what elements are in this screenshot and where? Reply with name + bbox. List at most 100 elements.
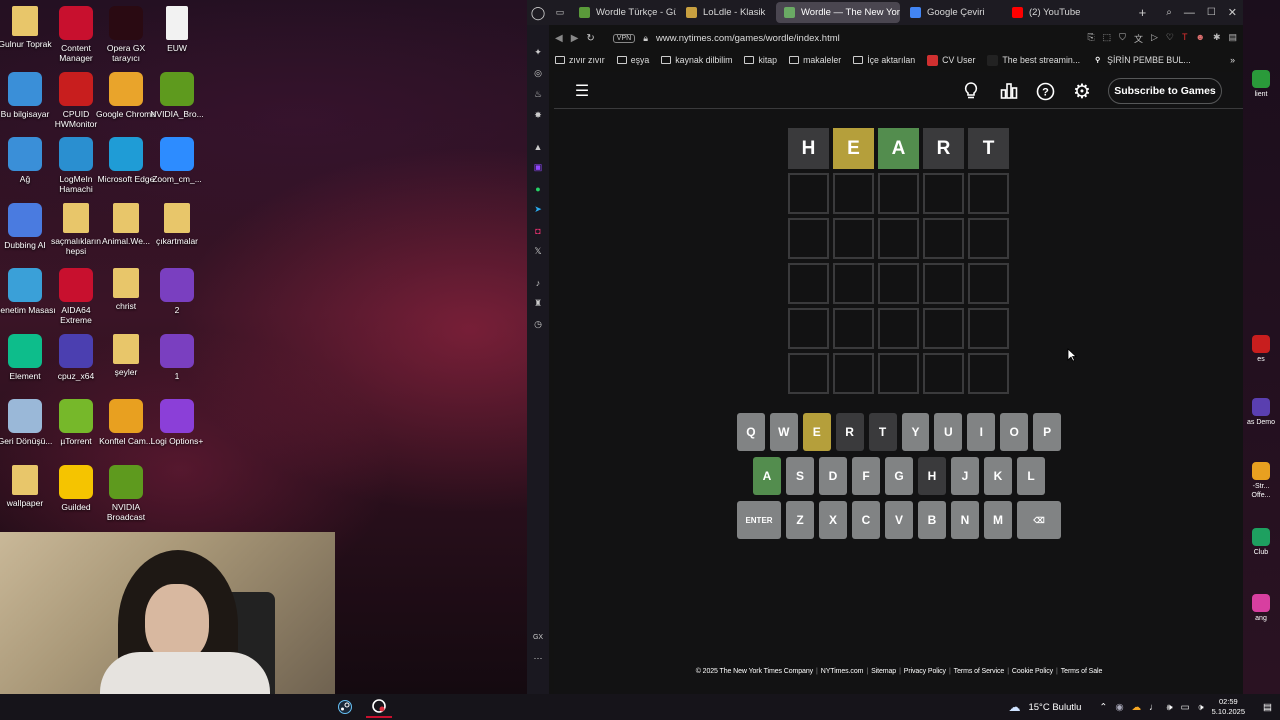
desktop-icon[interactable]: Zoom_cm_... (146, 137, 208, 184)
key-k[interactable]: K (984, 457, 1012, 495)
key-i[interactable]: I (967, 413, 996, 451)
key-s[interactable]: S (786, 457, 814, 495)
telegram-icon[interactable]: ➤ (533, 204, 544, 215)
key-y[interactable]: Y (901, 413, 930, 451)
gx-label-icon[interactable]: GX (533, 632, 544, 643)
discord-tray-icon[interactable]: ◉ (1115, 702, 1123, 713)
arc-icon[interactable]: ▲ (533, 141, 544, 152)
shield-icon[interactable]: ⛉ (1119, 32, 1126, 45)
desktop-icon[interactable]: Logi Options+ (146, 399, 208, 446)
extensions-area[interactable]: ⎘ ⬚ ⛉ 文 ▷ ♡ T ☻ ✱ ▤ (1087, 32, 1237, 45)
desktop-icon-partial[interactable]: es (1245, 335, 1277, 364)
desktop-icon[interactable]: çıkartmalar (146, 202, 208, 246)
minimize-button[interactable]: — (1178, 7, 1201, 19)
opera-gx-taskbar-icon[interactable] (366, 696, 392, 718)
key-e[interactable]: E (802, 413, 831, 451)
help-icon[interactable]: ? (1035, 81, 1055, 101)
key-l[interactable]: L (1017, 457, 1045, 495)
key-j[interactable]: J (951, 457, 979, 495)
desktop-icon-partial[interactable]: Club (1245, 528, 1277, 557)
heart-icon[interactable]: ♡ (1166, 32, 1174, 45)
sidebar-toggle-icon[interactable]: ▤ (1228, 32, 1237, 45)
gx-cleaner-icon[interactable]: ✸ (533, 110, 544, 121)
desktop-icon[interactable]: NVIDIA Broadcast (95, 464, 157, 522)
instagram-icon[interactable]: ◘ (533, 225, 544, 236)
weather-text[interactable]: 15°C Bulutlu (1028, 702, 1081, 713)
notifications-icon[interactable]: ▤ (1263, 702, 1272, 713)
clock[interactable]: 02:59 5.10.2025 (1212, 697, 1245, 717)
url-field[interactable]: www.nytimes.com/games/wordle/index.html (656, 33, 840, 44)
bookmark-item[interactable]: kitap (744, 55, 777, 65)
bookmark-icon[interactable]: ⎘ (1087, 32, 1094, 45)
x-icon[interactable]: 𝕏 (533, 246, 544, 257)
speaker-tray-icon[interactable]: 🕩︎ (1198, 702, 1204, 713)
browser-tab[interactable]: Wordle Türkçe - Gü (571, 2, 676, 23)
key-t[interactable]: T (868, 413, 897, 451)
desktop-icon[interactable]: 2 (146, 268, 208, 315)
vpn-badge[interactable]: VPN (612, 33, 636, 43)
footer-link[interactable]: Privacy Policy (901, 668, 949, 675)
key-d[interactable]: D (819, 457, 847, 495)
key-n[interactable]: N (951, 501, 979, 539)
footer-link[interactable]: Cookie Policy (1009, 668, 1056, 675)
footer-link[interactable]: Terms of Sale (1058, 668, 1106, 675)
bookmark-item[interactable]: The best streamin... (987, 54, 1080, 66)
key-g[interactable]: G (885, 457, 913, 495)
key-q[interactable]: Q (736, 413, 765, 451)
tray-expand-icon[interactable]: ⌃ (1099, 702, 1107, 713)
browser-tab[interactable]: Google Çeviri (902, 2, 1002, 23)
key-c[interactable]: C (852, 501, 880, 539)
forward-icon[interactable]: ▶ (571, 33, 579, 44)
desktop-icon-partial[interactable]: lient (1245, 70, 1277, 99)
maximize-button[interactable]: ☐ (1201, 7, 1222, 18)
play-icon[interactable]: ▷ (1151, 32, 1158, 45)
bookmark-item[interactable]: ⚲ ŞİRİN PEMBE BUL... (1092, 55, 1191, 66)
bookmark-item[interactable]: makaleler (789, 55, 841, 65)
footer-link[interactable]: NYTimes.com (818, 668, 867, 675)
desktop-icon-partial[interactable]: as Demo (1245, 398, 1277, 427)
enter-key[interactable]: ENTER (737, 501, 781, 539)
stats-icon[interactable] (999, 81, 1019, 101)
settings-gear-icon[interactable]: ⚙ (1072, 81, 1092, 103)
history-icon[interactable]: ◷ (533, 319, 544, 330)
whatsapp-icon[interactable]: ● (533, 183, 544, 194)
more-options-icon[interactable]: ⋯ (533, 653, 544, 664)
key-h[interactable]: H (918, 457, 946, 495)
bookmark-item[interactable]: İçe aktarılan (853, 55, 915, 65)
player-icon[interactable]: ♪ (533, 277, 544, 288)
more-bookmarks-icon[interactable]: » (1230, 55, 1235, 65)
key-z[interactable]: Z (786, 501, 814, 539)
key-a[interactable]: A (753, 457, 781, 495)
desktop-icon-partial[interactable]: -Str... Offe... (1245, 462, 1277, 500)
desktop-icon[interactable]: NVIDIA_Bro... (146, 71, 208, 119)
key-o[interactable]: O (1000, 413, 1029, 451)
network-tray-icon[interactable]: ▭ (1181, 702, 1190, 713)
extension-avatar-icon[interactable]: ☻ (1195, 32, 1204, 45)
new-tab-button[interactable]: + (1125, 5, 1161, 20)
twitch-icon[interactable]: ▣ (533, 162, 544, 173)
key-x[interactable]: X (819, 501, 847, 539)
bookmark-item[interactable]: zıvır zıvır (555, 55, 605, 65)
close-window-button[interactable]: ✕ (1222, 6, 1243, 19)
bookmark-item[interactable]: CV User (927, 54, 975, 66)
bookmark-item[interactable]: eşya (616, 55, 649, 65)
key-b[interactable]: B (918, 501, 946, 539)
key-w[interactable]: W (769, 413, 798, 451)
key-m[interactable]: M (984, 501, 1012, 539)
back-icon[interactable]: ◀ (555, 33, 563, 44)
workspace-icon[interactable]: ▭ (549, 7, 571, 18)
opera-logo-icon[interactable]: ◯ (527, 5, 549, 20)
browser-tab[interactable]: Wordle — The New York (776, 2, 900, 23)
translate-icon[interactable]: 文 (1134, 32, 1143, 45)
desktop-icon[interactable]: 1 (146, 333, 208, 381)
hint-bulb-icon[interactable] (961, 81, 981, 101)
bookmark-item[interactable]: kaynak dilbilim (661, 55, 732, 65)
backspace-key[interactable]: ⌫ (1017, 501, 1061, 539)
microphone-tray-icon[interactable]: ♩ (1149, 702, 1159, 713)
steam-taskbar-icon[interactable] (332, 696, 358, 718)
extension-red-icon[interactable]: T (1182, 32, 1188, 45)
key-f[interactable]: F (852, 457, 880, 495)
menu-icon[interactable]: ☰ (572, 81, 592, 101)
search-tabs-icon[interactable]: ⌕ (1160, 7, 1178, 18)
aria-icon[interactable]: ✦ (533, 47, 544, 58)
